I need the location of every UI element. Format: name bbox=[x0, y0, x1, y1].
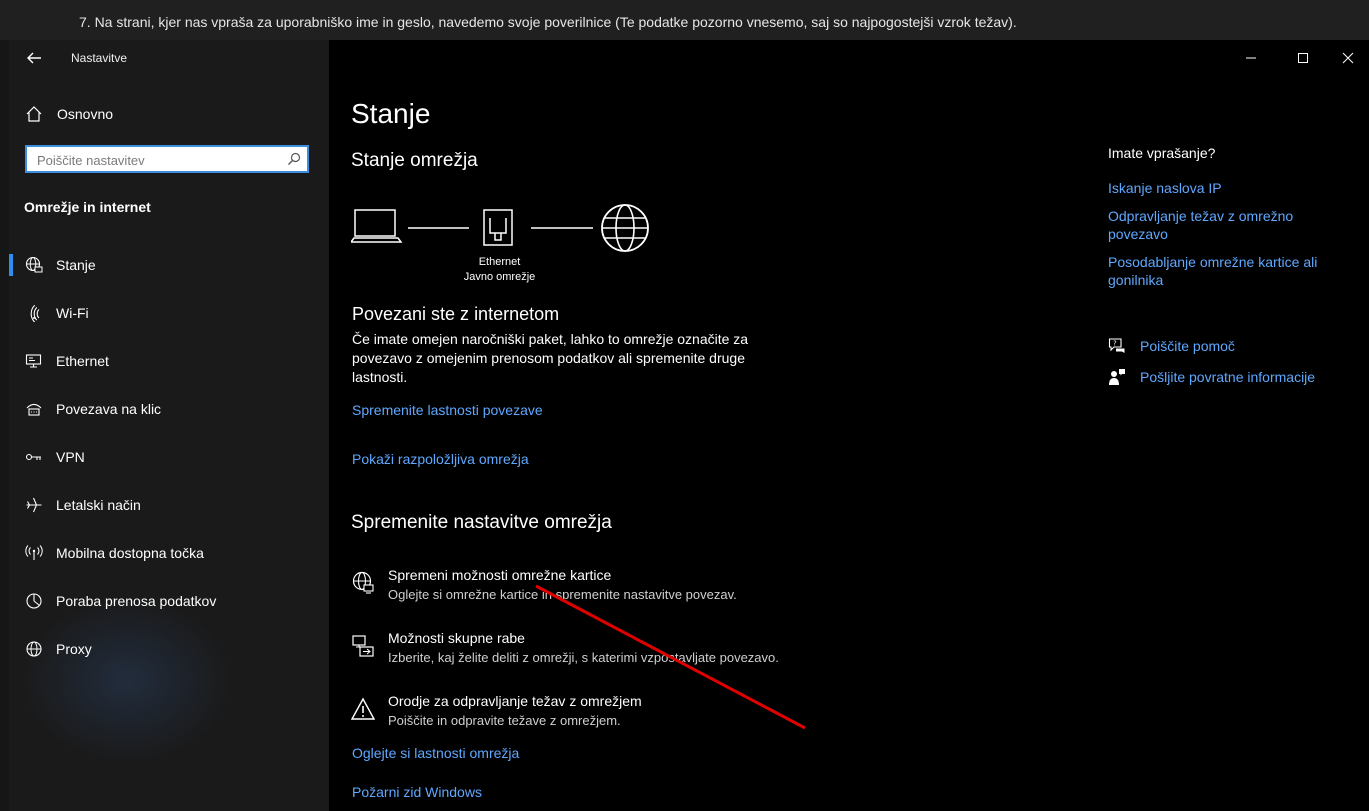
sharing-options[interactable]: Možnosti skupne rabe Izberite, kaj želit… bbox=[351, 630, 1051, 678]
warning-icon bbox=[350, 697, 376, 721]
diagram-caption: Ethernet Javno omrežje bbox=[437, 255, 562, 285]
sidebar-item-dial-up[interactable]: Povezava na klic bbox=[9, 389, 329, 429]
sidebar-item-label: Poraba prenosa podatkov bbox=[56, 593, 217, 609]
send-feedback-link[interactable]: Pošljite povratne informacije bbox=[1140, 369, 1315, 385]
sidebar-item-wifi[interactable]: Wi-Fi bbox=[9, 293, 329, 333]
adapter-icon bbox=[351, 571, 375, 595]
sharing-icon bbox=[351, 634, 375, 658]
ethernet-port-icon bbox=[483, 209, 513, 246]
sidebar-item-label: Povezava na klic bbox=[56, 401, 162, 417]
chat-help-icon: ? bbox=[1108, 337, 1126, 355]
main-content: Stanje Stanje omrežja Ethernet Javno omr… bbox=[329, 40, 1369, 811]
network-troubleshooter[interactable]: Orodje za odpravljanje težav z omrežjem … bbox=[350, 693, 1051, 741]
airplane-icon bbox=[25, 496, 43, 514]
data-usage-icon bbox=[25, 592, 43, 610]
network-type: Javno omrežje bbox=[463, 271, 536, 283]
title-bar: Nastavitve bbox=[9, 40, 329, 76]
troubleshoot-connection-link[interactable]: Odpravljanje težav z omrežno povezavo bbox=[1108, 207, 1338, 243]
option-description: Izberite, kaj želite deliti z omrežji, s… bbox=[388, 650, 779, 665]
network-status-heading: Stanje omrežja bbox=[351, 150, 478, 171]
sidebar-item-label: Proxy bbox=[56, 641, 92, 657]
help-heading: Imate vprašanje? bbox=[1108, 145, 1216, 161]
settings-sidebar: Nastavitve Osnovno Omrežje in internet S… bbox=[9, 40, 329, 811]
sidebar-item-label: VPN bbox=[56, 449, 85, 465]
search-input[interactable] bbox=[35, 150, 279, 170]
option-title: Orodje za odpravljanje težav z omrežjem bbox=[388, 693, 642, 709]
home-icon bbox=[25, 105, 43, 123]
vpn-icon bbox=[25, 448, 43, 466]
show-available-networks-link[interactable]: Pokaži razpoložljiva omrežja bbox=[352, 451, 529, 467]
option-title: Spremeni možnosti omrežne kartice bbox=[388, 567, 612, 583]
home-nav-item[interactable]: Osnovno bbox=[9, 96, 329, 132]
minimize-icon bbox=[1246, 57, 1256, 59]
sidebar-item-label: Wi-Fi bbox=[56, 305, 89, 321]
change-adapter-options[interactable]: Spremeni možnosti omrežne kartice Oglejt… bbox=[351, 567, 1051, 615]
hotspot-icon bbox=[25, 544, 43, 562]
arrow-left-icon bbox=[27, 52, 41, 64]
globe-status-icon bbox=[25, 256, 43, 274]
feedback-icon bbox=[1108, 368, 1126, 386]
close-button[interactable] bbox=[1336, 48, 1360, 68]
change-connection-properties-link[interactable]: Spremenite lastnosti povezave bbox=[352, 402, 543, 418]
page-title: Stanje bbox=[351, 98, 431, 129]
sidebar-item-stanje[interactable]: Stanje bbox=[9, 245, 329, 285]
get-help-link[interactable]: Poiščite pomoč bbox=[1140, 338, 1235, 354]
background-edge bbox=[0, 40, 9, 811]
instruction-text: 7. Na strani, kjer nas vpraša za uporabn… bbox=[79, 14, 1017, 30]
option-description: Poiščite in odpravite težave z omrežjem. bbox=[388, 713, 621, 728]
sidebar-item-proxy[interactable]: Proxy bbox=[9, 629, 329, 669]
feedback-row[interactable]: Pošljite povratne informacije bbox=[1108, 367, 1348, 389]
home-label: Osnovno bbox=[57, 106, 114, 122]
view-network-properties-link[interactable]: Oglejte si lastnosti omrežja bbox=[352, 745, 519, 761]
ethernet-icon bbox=[25, 352, 43, 370]
sidebar-item-label: Stanje bbox=[56, 257, 96, 273]
connection-status-title: Povezani ste z internetom bbox=[352, 304, 560, 324]
windows-firewall-link[interactable]: Požarni zid Windows bbox=[352, 784, 482, 800]
update-adapter-driver-link[interactable]: Posodabljanje omrežne kartice ali goniln… bbox=[1108, 253, 1338, 289]
svg-text:?: ? bbox=[1113, 340, 1117, 348]
document-instruction-strip: 7. Na strani, kjer nas vpraša za uporabn… bbox=[0, 0, 1369, 40]
sidebar-item-airplane[interactable]: Letalski način bbox=[9, 485, 329, 525]
sidebar-item-vpn[interactable]: VPN bbox=[9, 437, 329, 477]
app-title: Nastavitve bbox=[71, 51, 128, 65]
sidebar-item-label: Letalski način bbox=[56, 497, 141, 513]
connection-status-description: Če imate omejen naročniški paket, lahko … bbox=[352, 331, 749, 385]
back-button[interactable] bbox=[23, 48, 45, 68]
sidebar-item-label: Mobilna dostopna točka bbox=[56, 545, 204, 561]
sidebar-item-hotspot[interactable]: Mobilna dostopna točka bbox=[9, 533, 329, 573]
close-icon bbox=[1342, 52, 1354, 64]
option-title: Možnosti skupne rabe bbox=[388, 630, 525, 646]
selection-indicator bbox=[9, 254, 13, 276]
section-title: Omrežje in internet bbox=[24, 199, 151, 215]
laptop-icon bbox=[351, 209, 403, 243]
sidebar-item-data-usage[interactable]: Poraba prenosa podatkov bbox=[9, 581, 329, 621]
get-help-row[interactable]: ? Poiščite pomoč bbox=[1108, 336, 1348, 358]
internet-globe-icon bbox=[601, 204, 649, 252]
sidebar-item-ethernet[interactable]: Ethernet bbox=[9, 341, 329, 381]
option-description: Oglejte si omrežne kartice in spremenite… bbox=[388, 587, 737, 602]
sidebar-item-label: Ethernet bbox=[56, 353, 109, 369]
maximize-button[interactable] bbox=[1291, 48, 1315, 68]
connection-name: Ethernet bbox=[478, 256, 521, 268]
search-icon[interactable] bbox=[287, 152, 301, 166]
minimize-button[interactable] bbox=[1239, 48, 1263, 68]
wifi-icon bbox=[25, 304, 43, 323]
globe-icon bbox=[25, 640, 43, 658]
maximize-icon bbox=[1298, 53, 1308, 63]
search-box[interactable] bbox=[25, 145, 309, 173]
find-ip-address-link[interactable]: Iskanje naslova IP bbox=[1108, 179, 1338, 197]
dial-up-icon bbox=[25, 400, 43, 418]
change-network-settings-heading: Spremenite nastavitve omrežja bbox=[351, 512, 612, 533]
